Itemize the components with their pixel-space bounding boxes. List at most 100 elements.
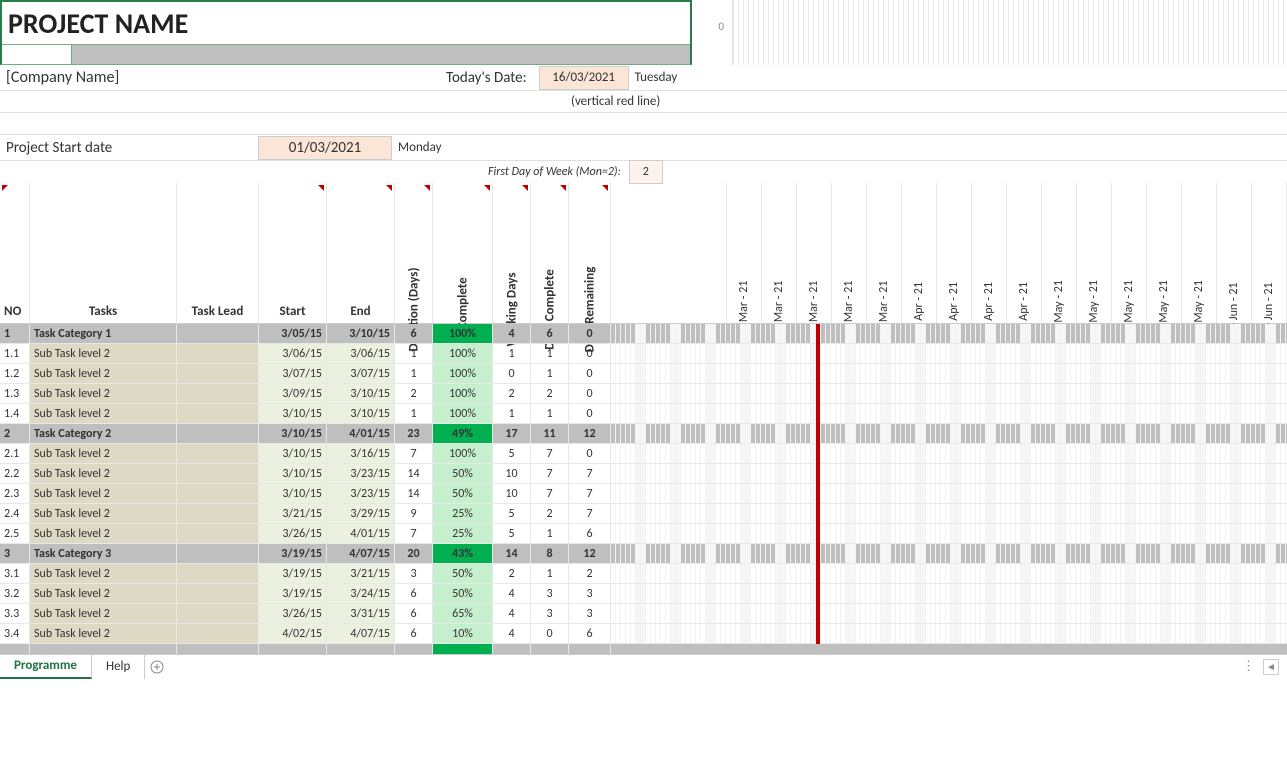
- cell[interactable]: 7: [395, 444, 433, 463]
- hdr-tasks[interactable]: Tasks: [30, 183, 177, 323]
- cell[interactable]: 3/21/15: [327, 564, 395, 583]
- cell[interactable]: 4/01/15: [327, 424, 395, 443]
- cell[interactable]: 1.4: [0, 404, 30, 423]
- cell[interactable]: 2.5: [0, 524, 30, 543]
- cell[interactable]: 3.1: [0, 564, 30, 583]
- cell[interactable]: 4: [493, 604, 531, 623]
- cell[interactable]: Sub Task level 2: [30, 344, 177, 363]
- cell[interactable]: 2.1: [0, 444, 30, 463]
- cell[interactable]: 14: [493, 544, 531, 563]
- cell[interactable]: 3/10/15: [259, 464, 327, 483]
- cell[interactable]: 3/19/15: [259, 544, 327, 563]
- cell[interactable]: 3/19/15: [259, 584, 327, 603]
- week-header[interactable]: 14 - Jun - 21: [1252, 183, 1287, 323]
- cell[interactable]: 7: [395, 524, 433, 543]
- cell[interactable]: Task Category 3: [30, 544, 177, 563]
- cell[interactable]: 8: [531, 544, 569, 563]
- cell[interactable]: 2: [0, 424, 30, 443]
- grey-strip-cell[interactable]: [72, 45, 690, 64]
- cell[interactable]: [177, 604, 259, 623]
- table-row[interactable]: 1.3Sub Task level 23/09/153/10/152100%22…: [0, 384, 1287, 404]
- cell[interactable]: 2: [531, 384, 569, 403]
- cell[interactable]: Sub Task level 2: [30, 624, 177, 643]
- cell[interactable]: 100%: [433, 384, 493, 403]
- cell[interactable]: [177, 324, 259, 343]
- cell[interactable]: 7: [531, 484, 569, 503]
- cell[interactable]: 1: [531, 524, 569, 543]
- cell[interactable]: 1: [531, 404, 569, 423]
- cell[interactable]: [177, 564, 259, 583]
- table-row[interactable]: 1Task Category 13/05/153/10/156100%460: [0, 324, 1287, 344]
- cell[interactable]: 2: [569, 564, 611, 583]
- cell[interactable]: 7: [531, 464, 569, 483]
- cell[interactable]: 2.2: [0, 464, 30, 483]
- cell[interactable]: 3/06/15: [259, 344, 327, 363]
- week-header[interactable]: 17 - May - 21: [1112, 183, 1147, 323]
- cell[interactable]: 100%: [433, 364, 493, 383]
- cell[interactable]: [177, 524, 259, 543]
- cell[interactable]: Sub Task level 2: [30, 484, 177, 503]
- cell[interactable]: 1: [493, 404, 531, 423]
- project-name-cell[interactable]: PROJECT NAME: [2, 2, 690, 44]
- week-header[interactable]: 10 - May - 21: [1077, 183, 1112, 323]
- cell[interactable]: 25%: [433, 524, 493, 543]
- cell[interactable]: 6: [531, 324, 569, 343]
- cell[interactable]: 4: [493, 584, 531, 603]
- cell[interactable]: 1: [531, 564, 569, 583]
- week-header[interactable]: 08 - Mar - 21: [762, 183, 797, 323]
- cell[interactable]: 2.4: [0, 504, 30, 523]
- cell[interactable]: 50%: [433, 564, 493, 583]
- week-header[interactable]: 01 - Mar - 21: [727, 183, 762, 323]
- cell[interactable]: 9: [395, 504, 433, 523]
- table-row[interactable]: 1.1Sub Task level 23/06/153/06/151100%11…: [0, 344, 1287, 364]
- cell[interactable]: 10: [493, 484, 531, 503]
- cell[interactable]: Sub Task level 2: [30, 584, 177, 603]
- cell[interactable]: 20: [395, 544, 433, 563]
- cell[interactable]: 4/02/15: [259, 624, 327, 643]
- cell[interactable]: 100%: [433, 324, 493, 343]
- cell[interactable]: 1.2: [0, 364, 30, 383]
- cell[interactable]: 3/24/15: [327, 584, 395, 603]
- cell[interactable]: 6: [569, 524, 611, 543]
- cell[interactable]: [177, 484, 259, 503]
- cell[interactable]: 3/26/15: [259, 604, 327, 623]
- cell[interactable]: 5: [493, 444, 531, 463]
- cell[interactable]: 4/01/15: [327, 524, 395, 543]
- hdr-wd[interactable]: Working Days: [493, 183, 531, 323]
- cell[interactable]: 1: [531, 364, 569, 383]
- table-row[interactable]: 3.1Sub Task level 23/19/153/21/15350%212: [0, 564, 1287, 584]
- cell[interactable]: Sub Task level 2: [30, 524, 177, 543]
- cell[interactable]: 3/31/15: [327, 604, 395, 623]
- cell[interactable]: 2.3: [0, 484, 30, 503]
- cell[interactable]: 4: [493, 624, 531, 643]
- todays-date-cell[interactable]: 16/03/2021: [539, 66, 629, 90]
- cell[interactable]: Sub Task level 2: [30, 444, 177, 463]
- cell[interactable]: 65%: [433, 604, 493, 623]
- cell[interactable]: 10%: [433, 624, 493, 643]
- cell[interactable]: [177, 424, 259, 443]
- cell[interactable]: [177, 584, 259, 603]
- cell[interactable]: 7: [569, 464, 611, 483]
- cell[interactable]: 3/07/15: [327, 364, 395, 383]
- cell[interactable]: 0: [493, 364, 531, 383]
- cell[interactable]: Sub Task level 2: [30, 504, 177, 523]
- cell[interactable]: 3/10/15: [259, 444, 327, 463]
- cell[interactable]: [177, 544, 259, 563]
- cell[interactable]: 43%: [433, 544, 493, 563]
- cell[interactable]: 1: [395, 364, 433, 383]
- cell[interactable]: 6: [395, 624, 433, 643]
- hdr-lead[interactable]: Task Lead: [177, 183, 259, 323]
- week-header[interactable]: 24 - May - 21: [1147, 183, 1182, 323]
- table-row[interactable]: 3.3Sub Task level 23/26/153/31/15665%433: [0, 604, 1287, 624]
- table-row[interactable]: 1.4Sub Task level 23/10/153/10/151100%11…: [0, 404, 1287, 424]
- week-header[interactable]: 22 - Mar - 21: [832, 183, 867, 323]
- cell[interactable]: 4/07/15: [327, 624, 395, 643]
- cell[interactable]: 4: [493, 324, 531, 343]
- cell[interactable]: 0: [569, 344, 611, 363]
- cell[interactable]: 4/07/15: [327, 544, 395, 563]
- cell[interactable]: Sub Task level 2: [30, 604, 177, 623]
- cell[interactable]: [177, 444, 259, 463]
- cell[interactable]: 14: [395, 484, 433, 503]
- cell[interactable]: 3/10/15: [259, 404, 327, 423]
- cell[interactable]: 7: [569, 504, 611, 523]
